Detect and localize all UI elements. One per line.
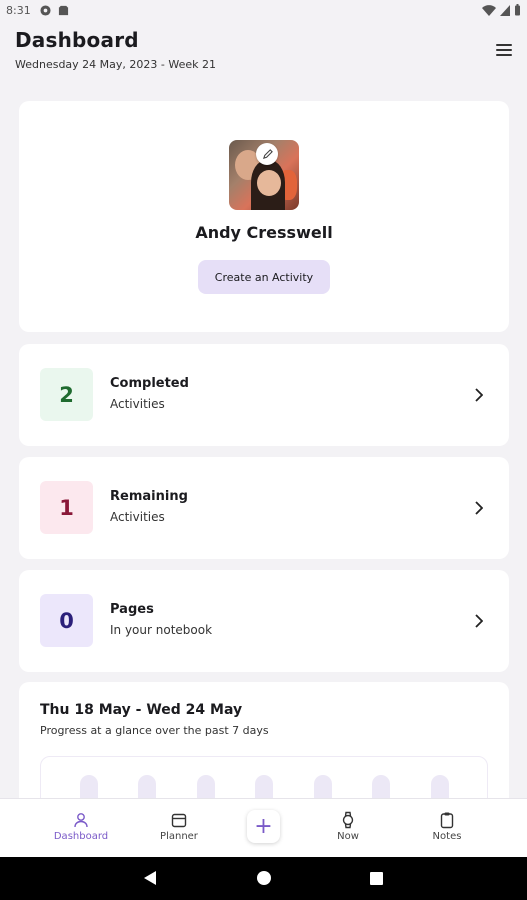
menu-icon-line [496,54,512,56]
person-icon [74,813,88,828]
progress-title: Thu 18 May - Wed 24 May [40,702,243,718]
signal-icon [500,4,510,16]
app-header: Dashboard Wednesday 24 May, 2023 - Week … [15,28,512,78]
nav-notes-label: Notes [432,831,462,842]
plus-icon: + [254,813,273,839]
recent-apps-icon[interactable] [370,872,383,885]
pages-count-box: 0 [40,594,93,647]
profile-name: Andy Cresswell [195,223,333,242]
remaining-subtitle: Activities [110,510,165,524]
remaining-title: Remaining [110,489,188,504]
sd-card-icon [58,5,69,16]
pages-title: Pages [110,602,154,617]
completed-title: Completed [110,376,189,391]
menu-button[interactable] [496,44,512,56]
app-notification-icon [40,5,51,16]
menu-icon-line [496,49,512,51]
chevron-right-icon [475,501,483,515]
pages-count: 0 [59,608,74,633]
notebook-pages-card[interactable]: 0 Pages In your notebook [19,570,509,672]
clipboard-icon [440,812,454,829]
completed-activities-card[interactable]: 2 Completed Activities [19,344,509,446]
nav-dashboard[interactable]: Dashboard [46,811,116,842]
nav-now-label: Now [337,831,359,842]
watch-icon [342,811,354,829]
edit-avatar-button[interactable] [256,143,278,165]
remaining-count-box: 1 [40,481,93,534]
pencil-icon [262,148,273,159]
completed-count-box: 2 [40,368,93,421]
remaining-count: 1 [59,495,74,520]
remaining-activities-card[interactable]: 1 Remaining Activities [19,457,509,559]
nav-planner-label: Planner [160,831,198,842]
completed-count: 2 [59,382,74,407]
nav-notes[interactable]: Notes [412,811,482,842]
chevron-right-icon [475,614,483,628]
nav-now[interactable]: Now [313,811,383,842]
status-bar: 8:31 [0,0,527,22]
system-navigation-bar [0,857,527,900]
bottom-navigation: Dashboard Planner + Now Notes [0,798,527,857]
back-icon[interactable] [144,871,156,885]
status-indicators [482,4,521,16]
chevron-right-icon [475,388,483,402]
wifi-icon [482,4,496,16]
create-activity-button[interactable]: Create an Activity [198,260,330,294]
nav-dashboard-label: Dashboard [53,831,109,842]
pages-subtitle: In your notebook [110,623,213,637]
battery-icon [515,4,520,16]
nav-planner[interactable]: Planner [144,811,214,842]
profile-card: Andy Cresswell Create an Activity [19,101,509,332]
menu-icon [496,44,512,46]
page-subtitle: Wednesday 24 May, 2023 - Week 21 [15,58,216,71]
page-title: Dashboard [15,28,139,52]
home-icon[interactable] [257,871,271,885]
progress-subtitle: Progress at a glance over the past 7 day… [40,724,269,737]
add-button[interactable]: + [247,810,280,843]
status-time: 8:31 [6,4,31,17]
calendar-icon [171,813,187,828]
completed-subtitle: Activities [110,397,165,411]
